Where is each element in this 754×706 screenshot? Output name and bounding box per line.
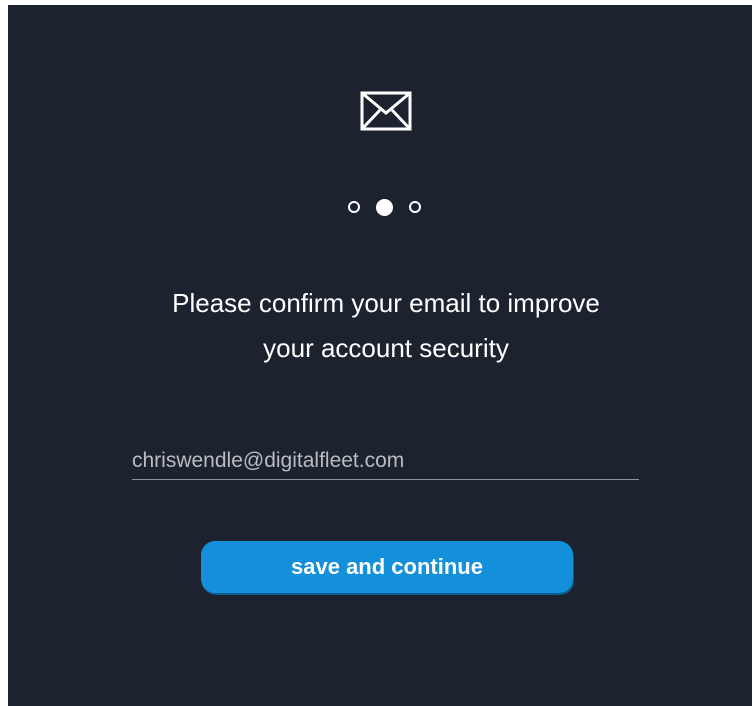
step-indicator bbox=[346, 197, 436, 219]
step-dot-3 bbox=[409, 201, 421, 213]
email-input[interactable] bbox=[132, 443, 639, 479]
confirm-email-panel: Please confirm your email to improve you… bbox=[8, 5, 752, 706]
step-dot-2-active bbox=[376, 199, 393, 216]
email-field bbox=[132, 443, 639, 480]
heading-line-2: your account security bbox=[263, 333, 509, 363]
heading-line-1: Please confirm your email to improve bbox=[172, 288, 600, 318]
envelope-icon bbox=[360, 91, 412, 131]
confirm-email-heading: Please confirm your email to improve you… bbox=[98, 281, 674, 371]
step-dot-1 bbox=[348, 201, 360, 213]
save-and-continue-button[interactable]: save and continue bbox=[201, 541, 573, 593]
